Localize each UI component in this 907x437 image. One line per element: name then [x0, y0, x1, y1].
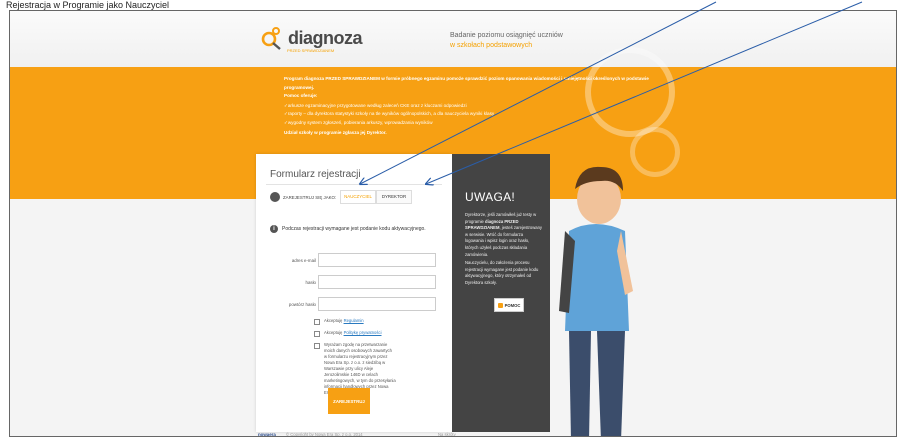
password-label: hasło — [305, 280, 317, 285]
help-label: POMOC — [504, 302, 521, 308]
tab-director[interactable]: DYREKTOR — [376, 190, 412, 204]
rules-link[interactable]: Regulamin — [344, 318, 364, 323]
help-button[interactable]: POMOC — [494, 298, 524, 312]
info-text: Podczas rejestracji wymagane jest podani… — [282, 226, 426, 232]
register-as-label: ZAREJESTRUJ SIĘ JAKO: — [283, 195, 337, 200]
rules-checkbox[interactable] — [314, 318, 320, 325]
password-field[interactable] — [318, 275, 436, 289]
divider — [266, 184, 442, 185]
accept-label: Akceptuję — [324, 330, 343, 335]
tab-teacher[interactable]: NAUCZYCIEL — [340, 190, 376, 204]
user-icon — [270, 192, 280, 202]
password-repeat-field[interactable] — [318, 297, 436, 311]
privacy-checkbox[interactable] — [314, 330, 320, 337]
consent-checkbox[interactable] — [314, 342, 320, 349]
password-repeat-label: powtórz hasło — [288, 302, 316, 307]
privacy-link[interactable]: Politykę prywatności — [344, 330, 382, 335]
accept-label: Akceptuję — [324, 318, 343, 323]
tagline-line1: Badanie poziomu osiągnięć uczniów — [450, 32, 563, 39]
logo-text: diagnoza — [288, 27, 363, 48]
diagnoza-logo-icon — [261, 27, 281, 50]
logo-subtext: PRZED SPRAWDZIANEM — [287, 48, 335, 53]
register-button[interactable]: ZAREJESTRUJ — [328, 388, 370, 414]
screenshot: Rejestracja w Programie jako Nauczyciel … — [0, 0, 907, 437]
notice-paragraph-director: Dyrektorze, jeśli zamówiłeś już testy w … — [465, 212, 543, 257]
footer-copyright: © Copyright by Nowa Era Sp. z o.o. 2014 — [286, 432, 363, 437]
caption-text: Rejestracja w Programie jako Nauczyciel — [6, 0, 170, 10]
info-icon: i — [270, 225, 278, 233]
header-tagline: Badanie poziomu osiągnięć uczniów w szko… — [450, 31, 563, 51]
footer-link[interactable]: Na skróty — [438, 432, 456, 436]
notice-paragraph-teacher: Nauczycielu, do założenia procesu rejest… — [465, 260, 539, 285]
privacy-checkbox-row: Akceptuję Politykę prywatności — [314, 330, 382, 337]
help-icon — [497, 302, 503, 308]
site-header: diagnoza PRZED SPRAWDZIANEM Badanie pozi… — [10, 11, 896, 67]
registration-form: Formularz rejestracji ZAREJESTRUJ SIĘ JA… — [256, 154, 452, 432]
form-title: Formularz rejestracji — [270, 169, 361, 180]
schoolboy-image — [559, 166, 633, 436]
footer-logo[interactable]: nowaera — [258, 432, 276, 436]
site-logo[interactable]: diagnoza PRZED SPRAWDZIANEM — [260, 26, 363, 53]
browser-page: diagnoza PRZED SPRAWDZIANEM Badanie pozi… — [9, 10, 897, 437]
site-footer: nowaera © Copyright by Nowa Era Sp. z o.… — [10, 429, 896, 437]
notice-panel: UWAGA! Dyrektorze, jeśli zamówiłeś już t… — [452, 154, 550, 432]
tagline-line2: w szkołach podstawowych — [450, 42, 533, 49]
email-field[interactable] — [318, 253, 436, 267]
notice-title: UWAGA! — [465, 190, 516, 204]
rules-checkbox-row: Akceptuję Regulamin — [314, 318, 364, 325]
email-label: adres e-mail — [291, 258, 316, 263]
